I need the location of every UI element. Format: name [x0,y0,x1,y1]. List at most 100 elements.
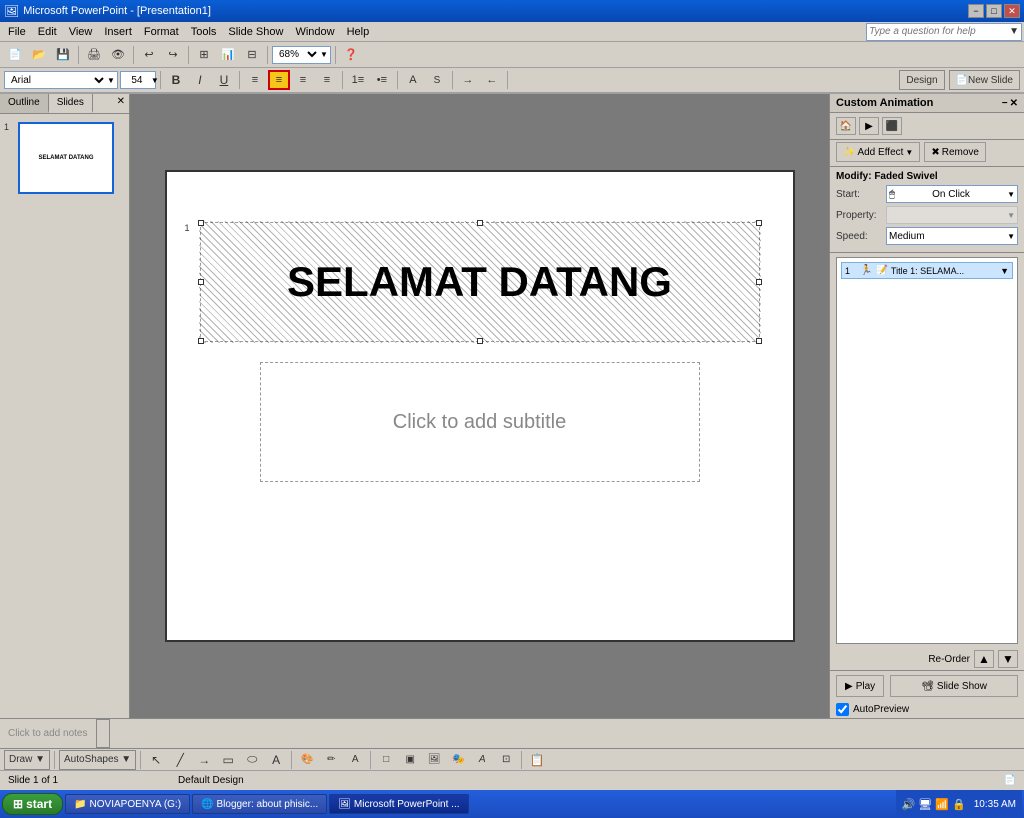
numbering-button[interactable]: 1≡ [347,70,369,90]
wordart-button[interactable]: A [471,750,493,770]
print-button[interactable]: 🖨 [83,45,105,65]
add-effect-button[interactable]: ✨ Add Effect ▼ [836,142,920,162]
font-color-btn2[interactable]: A [344,750,366,770]
handle-bottommid[interactable] [477,338,483,344]
tab-outline[interactable]: Outline [0,94,49,113]
handle-topmid[interactable] [477,220,483,226]
bold-button[interactable]: B [165,70,187,90]
text-tool[interactable]: A [265,750,287,770]
autopreview-checkbox[interactable] [836,703,849,716]
zoom-box[interactable]: 68%25%50%75%100% ▼ [272,46,331,64]
align-right-button[interactable]: ≡ [292,70,314,90]
speed-combo[interactable]: Medium ▼ [886,227,1018,245]
help-search-box[interactable]: ▼ [866,23,1022,41]
bullets-button[interactable]: •≡ [371,70,393,90]
font-name-select[interactable]: Arial [7,74,107,87]
align-center-button[interactable]: ≡ [268,70,290,90]
menu-tools[interactable]: Tools [185,24,223,40]
subtitle-textbox[interactable]: Click to add subtitle [260,362,700,482]
font-size-input[interactable] [123,75,151,86]
org-chart-button[interactable]: ⊡ [495,750,517,770]
decrease-indent-button[interactable]: ← [481,70,503,90]
taskbar-item-0[interactable]: 📁 NOVIAPOENYA (G:) [65,794,190,814]
line-color-button[interactable]: ✏ [320,750,342,770]
slide-canvas[interactable]: 1 SELAMAT DATANG Click to add subtitle [165,170,795,642]
3d-button[interactable]: ▣ [399,750,421,770]
notes-scrollbar[interactable] [96,719,110,748]
table-button[interactable]: ⊞ [193,45,215,65]
handle-midleft[interactable] [198,279,204,285]
remove-button[interactable]: ✖ Remove [924,142,986,162]
shadow-button[interactable]: □ [375,750,397,770]
menu-edit[interactable]: Edit [32,24,63,40]
anim-play-icon-button[interactable]: ▶ [859,117,879,135]
canvas-area[interactable]: 1 SELAMAT DATANG Click to add subtitle [130,94,829,718]
open-button[interactable]: 📂 [28,45,50,65]
autoshapes-button[interactable]: AutoShapes ▼ [59,750,136,770]
menu-format[interactable]: Format [138,24,185,40]
slideshow-button[interactable]: 📽 Slide Show [890,675,1018,697]
play-button[interactable]: ▶ Play [836,675,884,697]
arrow-tool[interactable]: → [193,750,215,770]
animation-list[interactable]: 1 🏃 📝 Title 1: SELAMA... ▼ [836,257,1018,644]
line-tool[interactable]: ╱ [169,750,191,770]
save-button[interactable]: 💾 [52,45,74,65]
title-bar-controls[interactable]: − □ ✕ [968,4,1020,18]
title-textbox[interactable]: 1 SELAMAT DATANG [200,222,760,342]
minimize-button[interactable]: − [968,4,984,18]
tab-slides[interactable]: Slides [49,94,93,113]
anim-stop-button[interactable]: ⬛ [882,117,902,135]
anim-item-arrow[interactable]: ▼ [1000,266,1009,276]
notes-area[interactable]: Click to add notes [0,718,1024,748]
handle-topright[interactable] [756,220,762,226]
draw-dropdown-button[interactable]: Draw ▼ [4,750,50,770]
taskbar-item-2[interactable]: 🖼 Microsoft PowerPoint ... [329,794,468,814]
taskbar-item-1[interactable]: 🌐 Blogger: about phisic... [192,794,327,814]
italic-button[interactable]: I [189,70,211,90]
panel-minimize-icon[interactable]: − [1002,98,1008,109]
font-name-combo[interactable]: Arial ▼ [4,71,118,89]
text-shadow-button[interactable]: S [426,70,448,90]
start-combo[interactable]: 🖱 On Click ▼ [886,185,1018,203]
fill-color-button[interactable]: 🎨 [296,750,318,770]
close-button[interactable]: ✕ [1004,4,1020,18]
cursor-tool[interactable]: ↖ [145,750,167,770]
maximize-button[interactable]: □ [986,4,1002,18]
rectangle-tool[interactable]: ▭ [217,750,239,770]
grid-button[interactable]: ⊟ [241,45,263,65]
handle-bottomright[interactable] [756,338,762,344]
start-button[interactable]: ⊞ start [2,793,63,815]
zoom-select[interactable]: 68%25%50%75%100% [275,48,320,61]
handle-bottomleft[interactable] [198,338,204,344]
menu-view[interactable]: View [63,24,99,40]
design-button[interactable]: Design [899,70,944,90]
reorder-down-button[interactable]: ▼ [998,650,1018,668]
help-search-input[interactable] [869,26,1009,37]
increase-indent-button[interactable]: → [457,70,479,90]
anim-home-button[interactable]: 🏠 [836,117,856,135]
preview-button[interactable]: 👁 [107,45,129,65]
insert-pic-button[interactable]: 🖼 [423,750,445,770]
menu-slideshow[interactable]: Slide Show [222,24,289,40]
slide-layout-icon[interactable]: 📋 [526,750,548,770]
chart-button[interactable]: 📊 [217,45,239,65]
reorder-up-button[interactable]: ▲ [974,650,994,668]
menu-file[interactable]: File [2,24,32,40]
undo-button[interactable]: ↩ [138,45,160,65]
panel-close-button[interactable]: ✕ [113,94,129,113]
menu-insert[interactable]: Insert [98,24,138,40]
new-button[interactable]: 📄 [4,45,26,65]
font-size-box[interactable]: ▼ [120,71,156,89]
font-color-button[interactable]: A [402,70,424,90]
redo-button[interactable]: ↪ [162,45,184,65]
menu-window[interactable]: Window [289,24,340,40]
underline-button[interactable]: U [213,70,235,90]
align-left-button[interactable]: ≡ [244,70,266,90]
new-slide-button[interactable]: 📄 New Slide [949,70,1020,90]
justify-button[interactable]: ≡ [316,70,338,90]
animation-item-1[interactable]: 1 🏃 📝 Title 1: SELAMA... ▼ [841,262,1013,279]
panel-close-icon[interactable]: ✕ [1010,98,1018,109]
handle-midright[interactable] [756,279,762,285]
clip-art-button[interactable]: 🎭 [447,750,469,770]
help-button[interactable]: ❓ [340,45,362,65]
